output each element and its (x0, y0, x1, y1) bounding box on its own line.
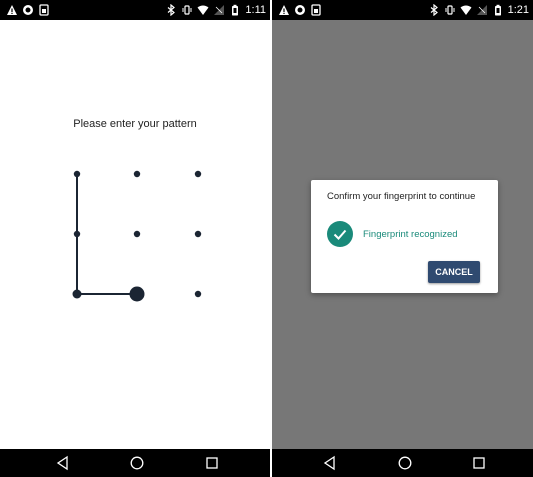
pattern-dot-6[interactable] (194, 230, 202, 238)
recents-icon[interactable] (471, 455, 487, 471)
vibrate-icon (445, 5, 455, 15)
pattern-dot-9[interactable] (194, 290, 202, 298)
navigation-bar (272, 449, 533, 477)
bluetooth-icon (430, 4, 438, 16)
home-icon[interactable] (397, 455, 413, 471)
pattern-line (76, 174, 137, 295)
sim-icon (311, 4, 321, 16)
warning-icon (279, 5, 289, 15)
navigation-bar (0, 449, 270, 477)
home-icon[interactable] (129, 455, 145, 471)
status-bar: 1:21 (272, 0, 533, 20)
battery-icon (494, 4, 501, 16)
back-icon[interactable] (322, 455, 338, 471)
cancel-button[interactable]: CANCEL (428, 261, 480, 283)
status-time: 1:21 (507, 4, 529, 16)
pattern-dot-4[interactable] (73, 230, 81, 238)
pattern-grid[interactable] (0, 0, 270, 477)
fingerprint-screen: 1:21 Confirm your fingerprint to continu… (272, 0, 533, 477)
circle-icon (295, 5, 305, 15)
pattern-dot-8[interactable] (129, 286, 145, 302)
no-signal-icon (476, 5, 487, 15)
pattern-dot-7[interactable] (72, 289, 82, 299)
fingerprint-status: Fingerprint recognized (363, 229, 458, 240)
checkmark-icon (327, 221, 353, 247)
dialog-title: Confirm your fingerprint to continue (327, 191, 476, 202)
recents-icon[interactable] (204, 455, 220, 471)
pattern-dot-1[interactable] (73, 170, 81, 178)
back-icon[interactable] (55, 455, 71, 471)
fingerprint-dialog: Confirm your fingerprint to continue Fin… (311, 180, 498, 293)
wifi-icon (460, 5, 472, 15)
pattern-dot-3[interactable] (194, 170, 202, 178)
pattern-dot-5[interactable] (133, 230, 141, 238)
pattern-dot-2[interactable] (133, 170, 141, 178)
pattern-screen: 1:11 Please enter your pattern (0, 0, 270, 477)
